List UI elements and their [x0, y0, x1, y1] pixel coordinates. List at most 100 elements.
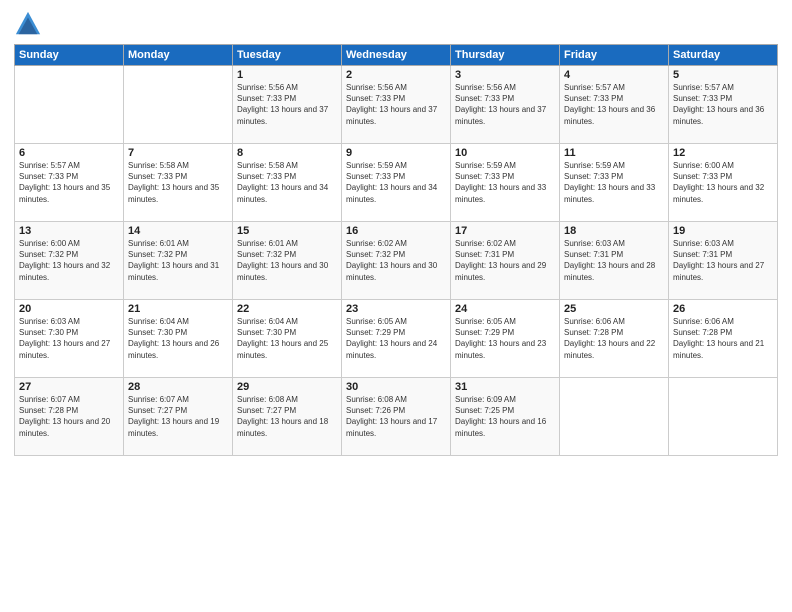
- day-info: Sunrise: 5:57 AMSunset: 7:33 PMDaylight:…: [19, 160, 119, 205]
- calendar-cell: 9Sunrise: 5:59 AMSunset: 7:33 PMDaylight…: [342, 144, 451, 222]
- weekday-header-row: SundayMondayTuesdayWednesdayThursdayFrid…: [15, 45, 778, 66]
- day-number: 24: [455, 303, 555, 315]
- calendar-cell: 21Sunrise: 6:04 AMSunset: 7:30 PMDayligh…: [124, 300, 233, 378]
- day-info: Sunrise: 5:57 AMSunset: 7:33 PMDaylight:…: [564, 82, 664, 127]
- day-number: 30: [346, 381, 446, 393]
- page-header: [14, 10, 778, 38]
- day-info: Sunrise: 6:01 AMSunset: 7:32 PMDaylight:…: [237, 238, 337, 283]
- calendar-cell: 12Sunrise: 6:00 AMSunset: 7:33 PMDayligh…: [669, 144, 778, 222]
- day-number: 20: [19, 303, 119, 315]
- calendar-cell: 3Sunrise: 5:56 AMSunset: 7:33 PMDaylight…: [451, 66, 560, 144]
- calendar-cell: 10Sunrise: 5:59 AMSunset: 7:33 PMDayligh…: [451, 144, 560, 222]
- day-number: 27: [19, 381, 119, 393]
- day-info: Sunrise: 6:03 AMSunset: 7:31 PMDaylight:…: [564, 238, 664, 283]
- day-info: Sunrise: 6:05 AMSunset: 7:29 PMDaylight:…: [455, 316, 555, 361]
- day-number: 3: [455, 69, 555, 81]
- day-info: Sunrise: 5:56 AMSunset: 7:33 PMDaylight:…: [237, 82, 337, 127]
- day-info: Sunrise: 5:56 AMSunset: 7:33 PMDaylight:…: [346, 82, 446, 127]
- day-number: 13: [19, 225, 119, 237]
- day-info: Sunrise: 6:07 AMSunset: 7:27 PMDaylight:…: [128, 394, 228, 439]
- calendar-cell: 24Sunrise: 6:05 AMSunset: 7:29 PMDayligh…: [451, 300, 560, 378]
- day-number: 29: [237, 381, 337, 393]
- day-number: 12: [673, 147, 773, 159]
- calendar-week-row: 27Sunrise: 6:07 AMSunset: 7:28 PMDayligh…: [15, 378, 778, 456]
- day-info: Sunrise: 6:06 AMSunset: 7:28 PMDaylight:…: [673, 316, 773, 361]
- calendar-cell: 30Sunrise: 6:08 AMSunset: 7:26 PMDayligh…: [342, 378, 451, 456]
- calendar-cell: 1Sunrise: 5:56 AMSunset: 7:33 PMDaylight…: [233, 66, 342, 144]
- day-info: Sunrise: 5:59 AMSunset: 7:33 PMDaylight:…: [564, 160, 664, 205]
- day-number: 14: [128, 225, 228, 237]
- day-number: 18: [564, 225, 664, 237]
- day-info: Sunrise: 6:03 AMSunset: 7:30 PMDaylight:…: [19, 316, 119, 361]
- day-number: 26: [673, 303, 773, 315]
- weekday-header: Sunday: [15, 45, 124, 66]
- day-number: 17: [455, 225, 555, 237]
- weekday-header: Monday: [124, 45, 233, 66]
- calendar-cell: 27Sunrise: 6:07 AMSunset: 7:28 PMDayligh…: [15, 378, 124, 456]
- day-info: Sunrise: 6:04 AMSunset: 7:30 PMDaylight:…: [237, 316, 337, 361]
- day-info: Sunrise: 5:58 AMSunset: 7:33 PMDaylight:…: [128, 160, 228, 205]
- calendar-cell: 5Sunrise: 5:57 AMSunset: 7:33 PMDaylight…: [669, 66, 778, 144]
- day-info: Sunrise: 5:59 AMSunset: 7:33 PMDaylight:…: [346, 160, 446, 205]
- day-info: Sunrise: 6:09 AMSunset: 7:25 PMDaylight:…: [455, 394, 555, 439]
- day-info: Sunrise: 6:07 AMSunset: 7:28 PMDaylight:…: [19, 394, 119, 439]
- day-number: 5: [673, 69, 773, 81]
- day-number: 25: [564, 303, 664, 315]
- logo-icon: [14, 10, 42, 38]
- day-number: 21: [128, 303, 228, 315]
- day-number: 23: [346, 303, 446, 315]
- day-number: 1: [237, 69, 337, 81]
- day-info: Sunrise: 5:57 AMSunset: 7:33 PMDaylight:…: [673, 82, 773, 127]
- day-info: Sunrise: 6:00 AMSunset: 7:33 PMDaylight:…: [673, 160, 773, 205]
- day-number: 16: [346, 225, 446, 237]
- calendar-cell: 20Sunrise: 6:03 AMSunset: 7:30 PMDayligh…: [15, 300, 124, 378]
- calendar-week-row: 1Sunrise: 5:56 AMSunset: 7:33 PMDaylight…: [15, 66, 778, 144]
- day-number: 31: [455, 381, 555, 393]
- calendar-cell: 16Sunrise: 6:02 AMSunset: 7:32 PMDayligh…: [342, 222, 451, 300]
- calendar-cell: 14Sunrise: 6:01 AMSunset: 7:32 PMDayligh…: [124, 222, 233, 300]
- day-number: 8: [237, 147, 337, 159]
- calendar-cell: 8Sunrise: 5:58 AMSunset: 7:33 PMDaylight…: [233, 144, 342, 222]
- calendar-week-row: 13Sunrise: 6:00 AMSunset: 7:32 PMDayligh…: [15, 222, 778, 300]
- calendar-cell: 25Sunrise: 6:06 AMSunset: 7:28 PMDayligh…: [560, 300, 669, 378]
- calendar-cell: 19Sunrise: 6:03 AMSunset: 7:31 PMDayligh…: [669, 222, 778, 300]
- day-info: Sunrise: 6:06 AMSunset: 7:28 PMDaylight:…: [564, 316, 664, 361]
- calendar-cell: [124, 66, 233, 144]
- day-number: 10: [455, 147, 555, 159]
- day-info: Sunrise: 6:04 AMSunset: 7:30 PMDaylight:…: [128, 316, 228, 361]
- day-number: 7: [128, 147, 228, 159]
- day-info: Sunrise: 6:01 AMSunset: 7:32 PMDaylight:…: [128, 238, 228, 283]
- day-info: Sunrise: 6:08 AMSunset: 7:26 PMDaylight:…: [346, 394, 446, 439]
- day-info: Sunrise: 6:00 AMSunset: 7:32 PMDaylight:…: [19, 238, 119, 283]
- day-number: 4: [564, 69, 664, 81]
- calendar-cell: 28Sunrise: 6:07 AMSunset: 7:27 PMDayligh…: [124, 378, 233, 456]
- calendar-cell: 23Sunrise: 6:05 AMSunset: 7:29 PMDayligh…: [342, 300, 451, 378]
- day-info: Sunrise: 5:56 AMSunset: 7:33 PMDaylight:…: [455, 82, 555, 127]
- calendar-cell: 26Sunrise: 6:06 AMSunset: 7:28 PMDayligh…: [669, 300, 778, 378]
- calendar-cell: 6Sunrise: 5:57 AMSunset: 7:33 PMDaylight…: [15, 144, 124, 222]
- calendar-cell: 4Sunrise: 5:57 AMSunset: 7:33 PMDaylight…: [560, 66, 669, 144]
- calendar-cell: 29Sunrise: 6:08 AMSunset: 7:27 PMDayligh…: [233, 378, 342, 456]
- day-number: 22: [237, 303, 337, 315]
- weekday-header: Friday: [560, 45, 669, 66]
- calendar-cell: [15, 66, 124, 144]
- logo: [14, 10, 46, 38]
- day-number: 19: [673, 225, 773, 237]
- weekday-header: Wednesday: [342, 45, 451, 66]
- day-info: Sunrise: 6:08 AMSunset: 7:27 PMDaylight:…: [237, 394, 337, 439]
- calendar-cell: 11Sunrise: 5:59 AMSunset: 7:33 PMDayligh…: [560, 144, 669, 222]
- day-info: Sunrise: 6:02 AMSunset: 7:32 PMDaylight:…: [346, 238, 446, 283]
- calendar-cell: [669, 378, 778, 456]
- calendar-cell: [560, 378, 669, 456]
- calendar-week-row: 20Sunrise: 6:03 AMSunset: 7:30 PMDayligh…: [15, 300, 778, 378]
- day-number: 9: [346, 147, 446, 159]
- day-number: 2: [346, 69, 446, 81]
- day-number: 15: [237, 225, 337, 237]
- calendar-cell: 13Sunrise: 6:00 AMSunset: 7:32 PMDayligh…: [15, 222, 124, 300]
- day-info: Sunrise: 6:03 AMSunset: 7:31 PMDaylight:…: [673, 238, 773, 283]
- calendar-cell: 2Sunrise: 5:56 AMSunset: 7:33 PMDaylight…: [342, 66, 451, 144]
- calendar-cell: 17Sunrise: 6:02 AMSunset: 7:31 PMDayligh…: [451, 222, 560, 300]
- calendar-cell: 15Sunrise: 6:01 AMSunset: 7:32 PMDayligh…: [233, 222, 342, 300]
- weekday-header: Thursday: [451, 45, 560, 66]
- weekday-header: Tuesday: [233, 45, 342, 66]
